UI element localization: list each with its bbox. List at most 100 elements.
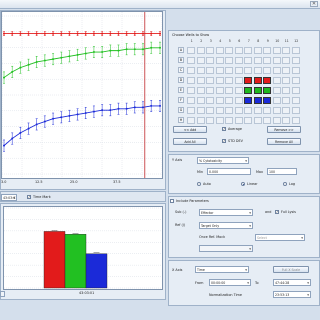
well-cell[interactable] <box>244 67 252 74</box>
full-x-scale-button[interactable]: Full X Scale <box>273 266 309 273</box>
well-cell[interactable] <box>272 47 281 54</box>
well-cell[interactable] <box>272 67 281 74</box>
well-cell[interactable] <box>282 77 290 84</box>
y-scale-auto-radio[interactable] <box>197 182 201 186</box>
well-cell[interactable] <box>263 57 271 64</box>
close-button[interactable]: ✕ <box>310 1 318 7</box>
well-cell[interactable] <box>206 57 214 64</box>
add-button[interactable]: << Add <box>173 126 207 133</box>
well-cell[interactable] <box>244 87 252 94</box>
y-max-input[interactable]: 100 <box>267 168 297 175</box>
well-column-header[interactable]: 12 <box>292 39 302 43</box>
std-dev-checkbox[interactable]: ✓ <box>222 139 226 143</box>
from-select[interactable]: 00:00:00 <box>209 279 251 286</box>
well-cell[interactable] <box>291 87 300 94</box>
well-cell[interactable] <box>253 57 262 64</box>
well-row-button[interactable]: H <box>178 117 184 123</box>
well-column-header[interactable]: 10 <box>273 39 283 43</box>
well-cell[interactable] <box>234 87 243 94</box>
well-cell[interactable] <box>215 67 224 74</box>
well-cell[interactable] <box>206 47 214 54</box>
remove-button[interactable]: Remove >> <box>267 126 301 133</box>
well-column-header[interactable]: 7 <box>244 39 254 43</box>
well-cell[interactable] <box>282 97 290 104</box>
well-cell[interactable] <box>263 87 271 94</box>
line-chart-plot[interactable] <box>1 11 163 179</box>
well-column-header[interactable]: 8 <box>254 39 264 43</box>
well-cell[interactable] <box>196 87 205 94</box>
well-cell[interactable] <box>263 117 271 124</box>
well-cell[interactable] <box>187 97 195 104</box>
well-cell[interactable] <box>291 97 300 104</box>
sub-select[interactable]: Effector <box>199 209 253 216</box>
well-cell[interactable] <box>272 107 281 114</box>
well-cell[interactable] <box>253 97 262 104</box>
normalization-time-select[interactable]: 23:53:13 <box>273 291 311 298</box>
well-cell[interactable] <box>291 77 300 84</box>
well-cell[interactable] <box>196 117 205 124</box>
well-column-header[interactable]: 3 <box>206 39 216 43</box>
well-cell[interactable] <box>291 67 300 74</box>
well-cell[interactable] <box>225 67 233 74</box>
well-cell[interactable] <box>234 47 243 54</box>
well-row-button[interactable]: B <box>178 57 184 63</box>
well-cell[interactable] <box>206 117 214 124</box>
well-cell[interactable] <box>253 67 262 74</box>
well-cell[interactable] <box>253 77 262 84</box>
well-cell[interactable] <box>272 77 281 84</box>
well-cell[interactable] <box>263 47 271 54</box>
time-mark-checkbox[interactable]: ✓ <box>27 195 31 199</box>
well-cell[interactable] <box>253 107 262 114</box>
well-cell[interactable] <box>282 117 290 124</box>
well-row-button[interactable]: C <box>178 67 184 73</box>
ref-select[interactable]: Target Only <box>199 222 253 229</box>
y-min-input[interactable]: 0.000 <box>207 168 251 175</box>
well-cell[interactable] <box>206 107 214 114</box>
well-cell[interactable] <box>244 47 252 54</box>
well-cell[interactable] <box>215 117 224 124</box>
well-cell[interactable] <box>215 107 224 114</box>
well-cell[interactable] <box>196 67 205 74</box>
well-cell[interactable] <box>263 77 271 84</box>
well-cell[interactable] <box>272 117 281 124</box>
well-column-header[interactable]: 11 <box>282 39 292 43</box>
well-cell[interactable] <box>272 97 281 104</box>
well-cell[interactable] <box>225 97 233 104</box>
y-axis-mode-select[interactable]: % Cytotoxicity <box>197 157 249 164</box>
well-row-button[interactable]: A <box>178 47 184 53</box>
well-cell[interactable] <box>215 97 224 104</box>
well-cell[interactable] <box>187 67 195 74</box>
well-cell[interactable] <box>282 47 290 54</box>
well-cell[interactable] <box>206 97 214 104</box>
well-cell[interactable] <box>187 107 195 114</box>
full-lysis-checkbox[interactable]: ✓ <box>275 210 279 214</box>
well-cell[interactable] <box>225 77 233 84</box>
well-column-header[interactable]: 6 <box>235 39 245 43</box>
once-ref-mock-select[interactable]: Select <box>255 234 305 241</box>
well-row-button[interactable]: D <box>178 77 184 83</box>
well-cell[interactable] <box>187 87 195 94</box>
parameter-select[interactable] <box>199 245 253 252</box>
well-cell[interactable] <box>272 57 281 64</box>
well-cell[interactable] <box>244 57 252 64</box>
well-cell[interactable] <box>282 107 290 114</box>
well-cell[interactable] <box>196 107 205 114</box>
add-all-button[interactable]: Add All <box>173 138 207 145</box>
well-cell[interactable] <box>196 77 205 84</box>
well-cell[interactable] <box>291 57 300 64</box>
well-cell[interactable] <box>244 77 252 84</box>
bar-chart-plot[interactable] <box>3 206 163 290</box>
well-cell[interactable] <box>187 57 195 64</box>
well-cell[interactable] <box>244 117 252 124</box>
well-cell[interactable] <box>244 107 252 114</box>
well-cell[interactable] <box>196 57 205 64</box>
well-column-header[interactable]: 9 <box>263 39 273 43</box>
well-cell[interactable] <box>282 57 290 64</box>
well-cell[interactable] <box>187 117 195 124</box>
well-cell[interactable] <box>215 47 224 54</box>
well-cell[interactable] <box>263 67 271 74</box>
y-scale-linear-radio[interactable] <box>241 182 245 186</box>
well-cell[interactable] <box>291 107 300 114</box>
y-scale-log-radio[interactable] <box>283 182 287 186</box>
well-cell[interactable] <box>225 117 233 124</box>
